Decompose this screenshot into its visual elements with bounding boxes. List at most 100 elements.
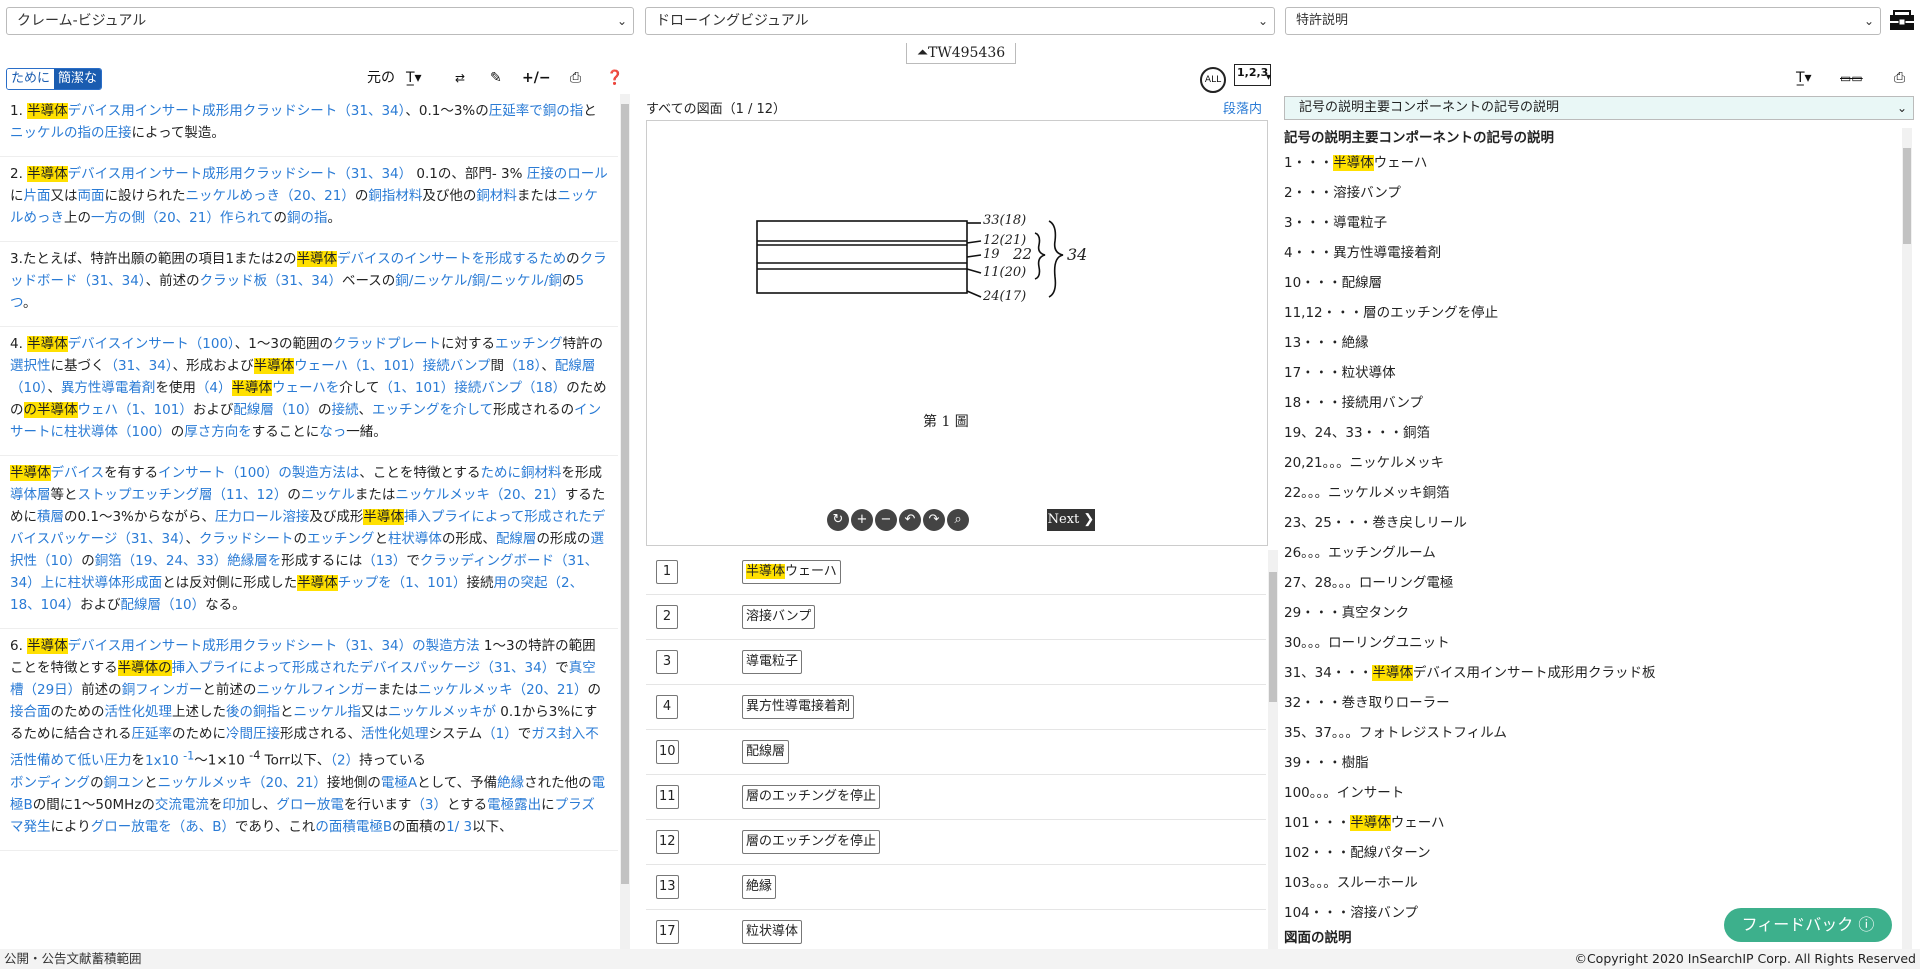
translate-icon[interactable]: ⇄	[455, 68, 465, 88]
drawing-label: 34	[1067, 245, 1088, 264]
in-paragraph-link[interactable]: 段落内	[1223, 98, 1262, 117]
symbol-items: 1・・・半導体ウェーハ 2・・・溶接バンプ 3・・・導電粒子 4・・・異方性導電接着剤…	[1284, 148, 1900, 928]
description-section-select-value: 記号の説明主要コンポーネントの記号の説明	[1299, 100, 1560, 115]
drawing-label: 33(18)	[983, 213, 1027, 228]
drawing-label: 19	[983, 247, 1000, 262]
drawing-label: 11(20)	[983, 265, 1027, 280]
chevron-down-icon: ⌄	[1257, 14, 1268, 28]
component-row[interactable]: 12 層のエッチングを停止	[646, 820, 1266, 865]
component-number[interactable]: 13	[656, 875, 679, 899]
description-scrollbar[interactable]	[1902, 128, 1912, 949]
next-button[interactable]: Next ❯	[1047, 509, 1095, 531]
drawing-viewer[interactable]: 33(18) 12(21) 19 11(20) 24(17) 22 34 第 1…	[646, 120, 1268, 546]
component-number[interactable]: 12	[656, 830, 679, 854]
mode-button-purpose[interactable]: ために	[7, 69, 55, 89]
font-size-icon[interactable]: T̲▾	[406, 68, 422, 88]
symbol-description-heading: 記号の説明主要コンポーネントの記号の説明	[1284, 130, 1554, 146]
component-name[interactable]: 導電粒子	[742, 650, 803, 674]
pencil-icon[interactable]: ✎	[490, 68, 502, 88]
copyright: ©Copyright 2020 InSearchIP Corp. All Rig…	[1574, 951, 1916, 966]
magnify-icon[interactable]: ⌕	[947, 509, 969, 531]
drawing-visual-select[interactable]: ドローイングビジュアル ⌄	[645, 7, 1275, 35]
original-text-button[interactable]: 元の	[367, 68, 395, 88]
drawing-visual-select-value: ドローイングビジュアル	[656, 13, 809, 29]
component-row[interactable]: 11 層のエッチングを停止	[646, 775, 1266, 820]
patent-id-tab[interactable]: ⏶TW495436	[906, 43, 1016, 64]
symbol-item: 100。。。インサート	[1284, 785, 1405, 801]
toolbox-button[interactable]	[1888, 8, 1916, 32]
all-icon[interactable]: ALL	[1200, 67, 1226, 93]
mode-button-concise[interactable]: 簡潔な	[54, 69, 102, 89]
component-row[interactable]: 1 半導体ウェーハ	[646, 550, 1266, 595]
font-size-icon[interactable]: T̲▾	[1796, 68, 1812, 88]
figure-drawing	[756, 220, 1064, 298]
toolbox-icon	[1890, 10, 1914, 30]
chevron-right-icon: ❯	[1083, 512, 1095, 527]
component-row[interactable]: 4 異方性導電接着剤	[646, 685, 1266, 730]
view-mode-toggle[interactable]: ために 簡潔な	[6, 68, 103, 90]
component-name[interactable]: 粒状導体	[742, 920, 803, 944]
hide-image-icon[interactable]: ▭▭	[1840, 68, 1863, 88]
print-icon[interactable]: ⎙	[570, 68, 581, 88]
scroll-thumb[interactable]	[621, 104, 629, 884]
zoom-in-icon[interactable]: +	[851, 509, 873, 531]
symbol-item: 18・・・接続用バンプ	[1284, 395, 1423, 411]
component-name[interactable]: 溶接バンプ	[742, 605, 816, 629]
component-name[interactable]: 配線層	[742, 740, 790, 764]
drawings-panel: ALL 1,2,3 ▾ すべての図面（1 / 12） 段落内 33(18) 12…	[644, 62, 1278, 969]
figure-caption: 第 1 圖	[923, 414, 969, 430]
component-row[interactable]: 2 溶接バンプ	[646, 595, 1266, 640]
print-icon[interactable]: ⎙	[1894, 68, 1905, 88]
symbol-item: 11,12・・・層のエッチングを停止	[1284, 305, 1499, 321]
plus-minus-icon[interactable]: +/−	[522, 68, 551, 88]
rotate-left-icon[interactable]: ↶	[899, 509, 921, 531]
component-name[interactable]: 異方性導電接着剤	[742, 695, 855, 719]
patent-description-select-value: 特許説明	[1296, 13, 1349, 28]
symbol-item: 101・・・半導体ウェーハ	[1284, 815, 1445, 831]
zoom-controls: ↻ + − ↶ ↷ ⌕	[827, 509, 969, 531]
caret-up-icon: ⏶	[916, 45, 929, 61]
claim-visual-select[interactable]: クレーム-ビジュアル ⌄	[6, 7, 634, 35]
component-list: 1 半導体ウェーハ 2 溶接バンプ 3 導電粒子 4 異方性導電接着剤 10 配線層 11 層のエッチ…	[646, 550, 1266, 969]
symbol-item: 10・・・配線層	[1284, 275, 1383, 291]
symbol-item: 13・・・絶縁	[1284, 335, 1369, 351]
footer-coverage-link[interactable]: 公開・公告文献蓄積範囲	[4, 949, 142, 969]
claim-item: 3.たとえば、特許出願の範囲の項目1または2の半導体デバイスのインサートを形成す…	[0, 242, 618, 327]
component-number[interactable]: 10	[656, 740, 679, 764]
claims-toolbar: ために 簡潔な 元の T̲▾ ⇄ ✎ +/− ⎙ ❓	[0, 62, 630, 92]
component-row[interactable]: 3 導電粒子	[646, 640, 1266, 685]
component-name[interactable]: 絶縁	[742, 875, 777, 899]
symbol-item: 2・・・溶接バンプ	[1284, 185, 1401, 201]
component-number[interactable]: 4	[656, 695, 678, 719]
component-number[interactable]: 17	[656, 920, 679, 944]
claim-item: 2. 半導体デバイス用インサート成形用クラッドシート（31、34） 0.1の、部…	[0, 157, 618, 242]
rotate-right-icon[interactable]: ↷	[923, 509, 945, 531]
help-icon[interactable]: ❓	[606, 68, 623, 88]
patent-description-select[interactable]: 特許説明 ⌄	[1285, 7, 1881, 35]
component-row[interactable]: 13 絶縁	[646, 865, 1266, 910]
component-number[interactable]: 1	[656, 560, 678, 584]
chevron-down-icon[interactable]: ▾	[1266, 68, 1271, 88]
scroll-thumb[interactable]	[1903, 148, 1911, 244]
symbol-item: 3・・・導電粒子	[1284, 215, 1388, 231]
symbol-item: 20,21。。。ニッケルメッキ	[1284, 455, 1445, 471]
symbol-item: 102・・・配線パターン	[1284, 845, 1431, 861]
component-row[interactable]: 10 配線層	[646, 730, 1266, 775]
description-toolbar: T̲▾ ▭▭ ⎙	[1284, 62, 1920, 92]
reset-icon[interactable]: ↻	[827, 509, 849, 531]
scroll-thumb[interactable]	[1269, 572, 1277, 702]
zoom-out-icon[interactable]: −	[875, 509, 897, 531]
component-name[interactable]: 層のエッチングを停止	[742, 785, 881, 809]
symbol-item: 32・・・巻き取りローラー	[1284, 695, 1450, 711]
feedback-button[interactable]: フィードバック ⓘ	[1724, 908, 1892, 942]
component-name[interactable]: 層のエッチングを停止	[742, 830, 881, 854]
description-section-select[interactable]: 記号の説明主要コンポーネントの記号の説明 ⌄	[1284, 96, 1914, 120]
component-number[interactable]: 11	[656, 785, 679, 809]
claim-item: 1. 半導体デバイス用インサート成形用クラッドシート（31、34）、0.1～3%…	[0, 94, 618, 157]
component-name[interactable]: 半導体ウェーハ	[742, 560, 841, 584]
next-label: Next	[1047, 512, 1080, 527]
claims-scrollbar[interactable]	[620, 94, 630, 949]
component-number[interactable]: 2	[656, 605, 678, 629]
component-list-scrollbar[interactable]	[1268, 550, 1278, 969]
component-number[interactable]: 3	[656, 650, 678, 674]
